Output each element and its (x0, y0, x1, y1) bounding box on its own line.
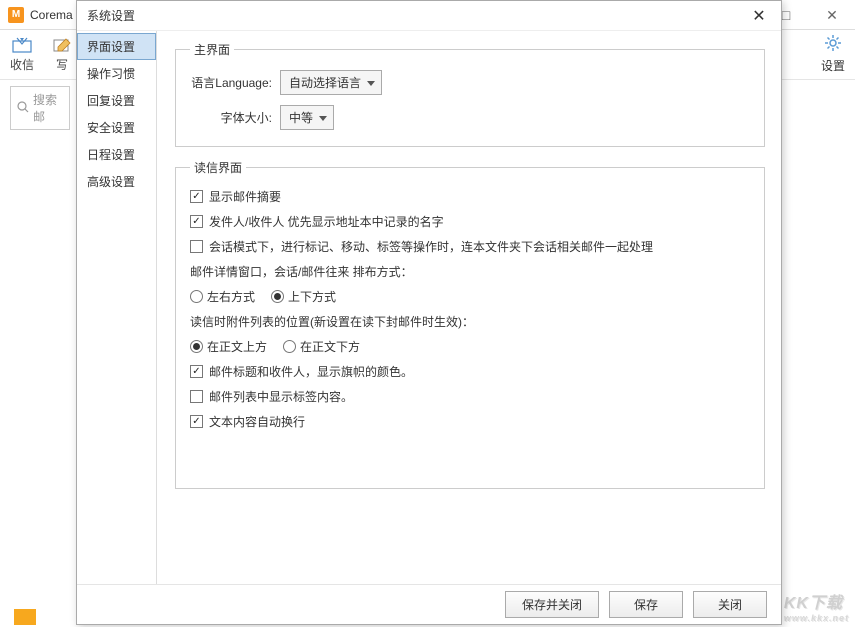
language-label: 语言Language: (190, 74, 280, 91)
sidebar-item-behavior[interactable]: 操作习惯 (77, 60, 156, 87)
inbox-icon (12, 36, 32, 54)
radio-up-down[interactable] (271, 290, 284, 303)
window-close-button[interactable]: ✕ (809, 0, 855, 30)
label-show-tags: 邮件列表中显示标签内容。 (209, 388, 353, 405)
label-below-body: 在正文下方 (300, 338, 360, 355)
main-ui-legend: 主界面 (190, 41, 234, 58)
label-sender-address: 发件人/收件人 优先显示地址本中记录的名字 (209, 213, 444, 230)
write-label: 写 (56, 56, 68, 73)
dialog-titlebar: 系统设置 ✕ (77, 1, 781, 31)
receive-button[interactable]: 收信 (10, 36, 34, 73)
dialog-close-button[interactable]: ✕ (747, 4, 771, 28)
sidebar-item-security[interactable]: 安全设置 (77, 114, 156, 141)
checkbox-flag-color[interactable] (190, 365, 203, 378)
receive-label: 收信 (10, 56, 34, 73)
checkbox-show-summary[interactable] (190, 190, 203, 203)
settings-content: 主界面 语言Language: 自动选择语言 字体大小: 中等 读信界面 (157, 31, 781, 584)
label-flag-color: 邮件标题和收件人，显示旗帜的颜色。 (209, 363, 413, 380)
main-title: Corema (30, 8, 73, 22)
close-button[interactable]: 关闭 (693, 591, 767, 618)
gear-icon (824, 34, 842, 55)
label-conv-ops: 会话模式下，进行标记、移动、标签等操作时，连本文件夹下会话相关邮件一起处理 (209, 238, 653, 255)
checkbox-show-tags[interactable] (190, 390, 203, 403)
settings-button[interactable]: 设置 (821, 34, 845, 74)
sidebar-item-ui[interactable]: 界面设置 (77, 33, 156, 60)
sidebar-item-reply[interactable]: 回复设置 (77, 87, 156, 114)
search-input[interactable]: 搜索邮 (10, 86, 70, 130)
save-button[interactable]: 保存 (609, 591, 683, 618)
settings-dialog: 系统设置 ✕ 界面设置 操作习惯 回复设置 安全设置 日程设置 高级设置 主界面… (76, 0, 782, 625)
label-up-down: 上下方式 (288, 288, 336, 305)
checkbox-word-wrap[interactable] (190, 415, 203, 428)
sidebar-item-schedule[interactable]: 日程设置 (77, 141, 156, 168)
read-ui-legend: 读信界面 (190, 159, 246, 176)
checkbox-sender-address[interactable] (190, 215, 203, 228)
radio-above-body[interactable] (190, 340, 203, 353)
write-button[interactable]: 写 (52, 36, 72, 73)
mail-icon (14, 609, 36, 625)
main-ui-section: 主界面 语言Language: 自动选择语言 字体大小: 中等 (175, 41, 765, 147)
attach-label: 读信时附件列表的位置(新设置在读下封邮件时生效)： (190, 313, 750, 330)
watermark: KK下载 www.kkx.net (784, 589, 849, 623)
layout-label: 邮件详情窗口，会话/邮件往来 排布方式： (190, 263, 750, 280)
label-word-wrap: 文本内容自动换行 (209, 413, 305, 430)
settings-sidebar: 界面设置 操作习惯 回复设置 安全设置 日程设置 高级设置 (77, 31, 157, 584)
checkbox-conv-ops[interactable] (190, 240, 203, 253)
settings-label: 设置 (821, 57, 845, 74)
label-left-right: 左右方式 (207, 288, 255, 305)
dialog-title: 系统设置 (87, 7, 747, 24)
read-ui-section: 读信界面 显示邮件摘要 发件人/收件人 优先显示地址本中记录的名字 会话模式下，… (175, 159, 765, 489)
radio-below-body[interactable] (283, 340, 296, 353)
status-bar-icon (14, 609, 36, 625)
fontsize-select[interactable]: 中等 (280, 105, 334, 130)
sidebar-item-advanced[interactable]: 高级设置 (77, 168, 156, 195)
save-close-button[interactable]: 保存并关闭 (505, 591, 599, 618)
language-select[interactable]: 自动选择语言 (280, 70, 382, 95)
radio-left-right[interactable] (190, 290, 203, 303)
dialog-footer: 保存并关闭 保存 关闭 (77, 584, 781, 624)
label-show-summary: 显示邮件摘要 (209, 188, 281, 205)
fontsize-label: 字体大小: (190, 109, 280, 126)
app-logo-icon: M (8, 7, 24, 23)
search-icon (17, 101, 29, 116)
search-placeholder: 搜索邮 (33, 91, 63, 125)
label-above-body: 在正文上方 (207, 338, 267, 355)
compose-icon (52, 36, 72, 54)
